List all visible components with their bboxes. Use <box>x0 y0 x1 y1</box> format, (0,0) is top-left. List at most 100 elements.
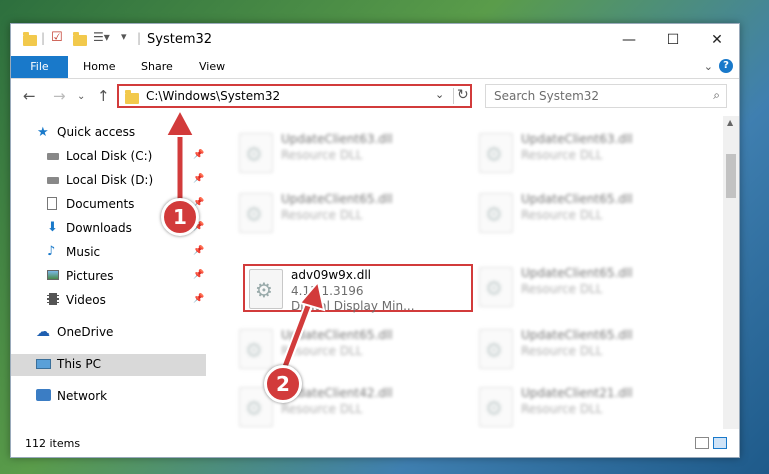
forward-arrow-icon[interactable]: → <box>53 87 66 105</box>
large-icons-view-icon[interactable] <box>713 437 727 449</box>
sidebar-item-pictures[interactable]: Pictures 📌 <box>11 266 206 288</box>
refresh-icon[interactable]: ↻ <box>457 87 469 103</box>
sidebar-item-this-pc[interactable]: This PC <box>11 354 206 376</box>
search-icon[interactable]: ⌕ <box>713 88 720 103</box>
file-type: Resource DLL <box>521 344 603 358</box>
file-version: 4.13.1.3196 <box>291 284 364 298</box>
sidebar-item-music[interactable]: ♪ Music 📌 <box>11 242 206 264</box>
list-item[interactable]: UpdateClient65.dll Resource DLL <box>471 188 701 236</box>
pictures-icon <box>47 270 59 280</box>
address-path[interactable]: C:\Windows\System32 <box>146 89 280 103</box>
up-arrow-icon[interactable]: ↑ <box>97 87 110 105</box>
pin-icon: 📌 <box>193 294 205 304</box>
details-view-icon[interactable] <box>695 437 709 449</box>
dll-file-icon <box>479 329 513 369</box>
videos-icon <box>47 293 59 305</box>
file-name: UpdateClient65.dll <box>521 328 633 342</box>
vertical-scrollbar[interactable]: ▲ <box>723 116 739 429</box>
sidebar-item-label: Local Disk (D:) <box>66 173 154 187</box>
new-folder-icon[interactable] <box>73 32 87 46</box>
recent-locations-icon[interactable]: ⌄ <box>77 91 85 102</box>
sidebar-item-label: This PC <box>57 357 101 371</box>
help-icon[interactable]: ? <box>719 59 733 73</box>
sidebar-item-label: OneDrive <box>57 325 114 339</box>
address-separator <box>453 88 454 104</box>
dll-file-icon <box>479 267 513 307</box>
list-item[interactable]: UpdateClient65.dll Resource DLL <box>471 262 701 310</box>
list-item[interactable]: UpdateClient21.dll Resource DLL <box>471 382 701 429</box>
file-name: UpdateClient65.dll <box>281 192 393 206</box>
list-item[interactable]: UpdateClient63.dll Resource DLL <box>231 128 461 176</box>
navigation-bar: ← → ⌄ ↑ C:\Windows\System32 ⌄ ↻ Search S… <box>11 79 739 115</box>
pin-icon: 📌 <box>193 174 205 184</box>
highlighted-file-item[interactable]: adv09w9x.dll 4.13.1.3196 Digital Display… <box>243 264 473 313</box>
step-two-callout: 2 <box>264 365 302 403</box>
list-item[interactable]: UpdateClient65.dll Resource DLL <box>231 324 461 372</box>
title-bar: | ☑ ☰▾ ▾ | System32 — ☐ ✕ <box>11 24 739 56</box>
items-count: 112 items <box>25 437 81 450</box>
file-type: Resource DLL <box>521 208 603 222</box>
tab-view[interactable]: View <box>199 56 225 78</box>
network-icon <box>36 389 51 401</box>
file-explorer-window: | ☑ ☰▾ ▾ | System32 — ☐ ✕ File Home Shar… <box>10 23 740 458</box>
file-type: Resource DLL <box>521 282 603 296</box>
sidebar-item-videos[interactable]: Videos 📌 <box>11 290 206 312</box>
file-type: Resource DLL <box>521 402 603 416</box>
tab-share[interactable]: Share <box>141 56 173 78</box>
minimize-button[interactable]: — <box>607 24 651 56</box>
pin-icon: 📌 <box>193 246 205 256</box>
computer-icon <box>36 359 51 369</box>
sidebar-item-label: Pictures <box>66 269 114 283</box>
properties-icon[interactable]: ☑ <box>51 30 63 46</box>
search-box[interactable]: Search System32 ⌕ <box>485 84 727 108</box>
file-name: UpdateClient65.dll <box>281 328 393 342</box>
tab-home[interactable]: Home <box>83 56 115 78</box>
music-icon: ♪ <box>47 244 56 259</box>
separator-icon: | <box>137 31 142 45</box>
list-item[interactable]: UpdateClient63.dll Resource DLL <box>471 128 701 176</box>
sidebar-item-onedrive[interactable]: ☁ OneDrive <box>11 322 206 344</box>
back-arrow-icon[interactable]: ← <box>23 87 36 105</box>
address-bar[interactable]: C:\Windows\System32 ⌄ ↻ <box>117 84 472 108</box>
sidebar-item-label: Documents <box>66 197 135 211</box>
file-type: Resource DLL <box>281 402 363 416</box>
file-type: Resource DLL <box>281 344 363 358</box>
sidebar-item-label: Quick access <box>57 125 136 139</box>
star-icon: ★ <box>37 125 49 140</box>
dll-file-icon <box>239 133 273 173</box>
sidebar-item-label: Network <box>57 389 108 403</box>
scroll-up-icon[interactable]: ▲ <box>727 118 733 127</box>
navigation-pane: ★ Quick access Local Disk (C:) 📌 Local D… <box>11 116 206 429</box>
sidebar-item-label: Downloads <box>66 221 132 235</box>
file-name: UpdateClient65.dll <box>521 266 633 280</box>
scroll-thumb[interactable] <box>726 154 736 198</box>
dll-file-icon <box>479 193 513 233</box>
file-name: adv09w9x.dll <box>291 268 371 282</box>
file-type: Resource DLL <box>521 148 603 162</box>
list-item[interactable]: UpdateClient65.dll Resource DLL <box>231 188 461 236</box>
window-title: System32 <box>147 32 213 47</box>
sidebar-item-quick-access[interactable]: ★ Quick access <box>11 122 206 144</box>
file-description: Digital Display Min... <box>291 299 415 313</box>
file-name: UpdateClient63.dll <box>281 132 393 146</box>
drive-icon <box>47 177 59 184</box>
address-dropdown-icon[interactable]: ⌄ <box>435 88 444 101</box>
list-item[interactable]: UpdateClient65.dll Resource DLL <box>471 324 701 372</box>
quick-access-toolbar-dropdown-icon[interactable]: ▾ <box>121 30 127 46</box>
sidebar-item-label: Videos <box>66 293 106 307</box>
pin-icon: 📌 <box>193 150 205 160</box>
ribbon: File Home Share View ⌄ ? <box>11 56 739 79</box>
search-input[interactable]: Search System32 <box>494 89 599 103</box>
customize-icon[interactable]: ☰▾ <box>93 30 110 46</box>
drive-icon <box>47 153 59 160</box>
close-button[interactable]: ✕ <box>695 24 739 56</box>
sidebar-item-local-disk-d[interactable]: Local Disk (D:) 📌 <box>11 170 206 192</box>
sidebar-item-local-disk-c[interactable]: Local Disk (C:) 📌 <box>11 146 206 168</box>
tab-file[interactable]: File <box>11 56 68 78</box>
separator-icon: | <box>41 31 46 45</box>
maximize-button[interactable]: ☐ <box>651 24 695 56</box>
sidebar-item-network[interactable]: Network <box>11 386 206 408</box>
file-name: UpdateClient63.dll <box>521 132 633 146</box>
expand-ribbon-icon[interactable]: ⌄ <box>704 60 713 73</box>
sidebar-item-label: Local Disk (C:) <box>66 149 153 163</box>
